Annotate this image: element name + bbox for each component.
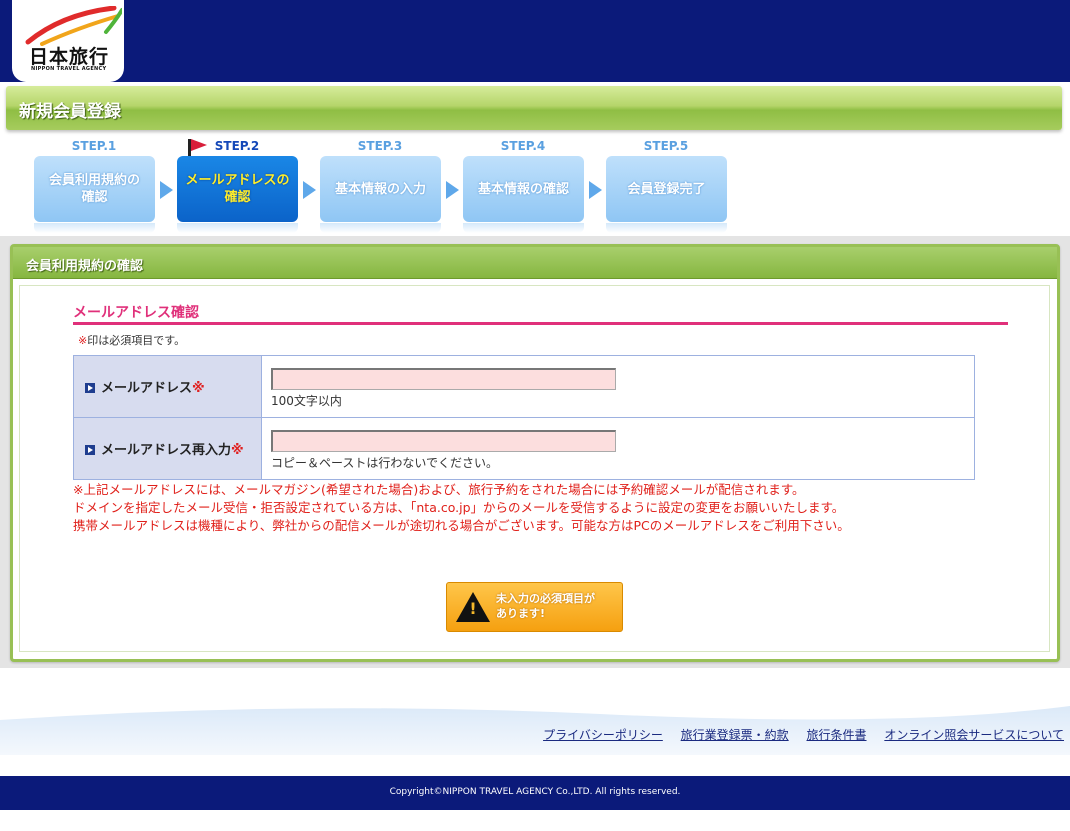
footer-link-travel-conditions[interactable]: 旅行条件書 — [807, 728, 867, 742]
step-2: メールアドレスの 確認 — [177, 156, 298, 222]
email-confirm-label: メールアドレス再入力 — [101, 443, 232, 458]
required-mark: ※ — [78, 334, 88, 347]
notice-line-2: ドメインを指定したメール受信・拒否設定されている方は、「nta.co.jp」から… — [73, 500, 845, 515]
step-5-text: 会員登録完了 — [627, 181, 706, 197]
step-2-label: STEP.2 — [214, 139, 260, 153]
step-3-reflection — [320, 223, 441, 233]
step-4: 基本情報の確認 — [463, 156, 584, 222]
required-note-text: 印は必須項目です。 — [87, 334, 186, 347]
step-5: 会員登録完了 — [606, 156, 727, 222]
step-1-text-line1: 会員利用規約の — [48, 173, 140, 188]
logo-swoosh-icon — [25, 6, 122, 46]
step-5-reflection — [606, 223, 727, 233]
step-2-text-line1: メールアドレスの — [185, 173, 290, 188]
warning-exclamation-icon: ! — [469, 599, 477, 618]
step-1: 会員利用規約の 確認 — [34, 156, 155, 222]
step-arrow-icon — [160, 181, 173, 199]
panel-header: 会員利用規約の確認 — [13, 247, 1057, 279]
email-notice: ※上記メールアドレスには、メールマガジン(希望された場合)および、旅行予約をされ… — [73, 481, 850, 535]
copyright: Copyright©NIPPON TRAVEL AGENCY Co.,LTD. … — [389, 787, 681, 797]
email-confirm-hint: コピー＆ペーストは行わないでください。 — [271, 456, 499, 470]
arrow-bullet-icon — [85, 383, 95, 393]
step-4-reflection — [463, 223, 584, 233]
logo-subtext: NIPPON TRAVEL AGENCY — [31, 66, 107, 72]
required-note: ※印は必須項目です。 — [78, 332, 185, 348]
footer-link-privacy[interactable]: プライバシーポリシー — [543, 728, 663, 742]
warning-text-line2: あります! — [496, 607, 546, 620]
page-title: 新規会員登録 — [19, 102, 121, 122]
step-4-label: STEP.4 — [500, 139, 546, 153]
warning-text: 未入力の必須項目が あります! — [496, 591, 595, 621]
step-2-text-line2: 確認 — [224, 190, 251, 205]
step-arrow-icon — [303, 181, 316, 199]
step-3: 基本情報の入力 — [320, 156, 441, 222]
step-4-text: 基本情報の確認 — [477, 181, 569, 197]
panel-header-title: 会員利用規約の確認 — [26, 259, 144, 274]
step-2-reflection — [177, 223, 298, 233]
page-title-bar: 新規会員登録 — [6, 86, 1062, 130]
email-confirm-label-cell: メールアドレス再入力※ — [73, 417, 262, 480]
logo[interactable]: 日本旅行 NIPPON TRAVEL AGENCY — [12, 0, 124, 82]
footer-bar: Copyright©NIPPON TRAVEL AGENCY Co.,LTD. … — [0, 776, 1070, 810]
footer-link-online-service[interactable]: オンライン照会サービスについて — [884, 728, 1064, 742]
email-confirm-input[interactable] — [271, 430, 616, 452]
page: 日本旅行 NIPPON TRAVEL AGENCY 新規会員登録 STEP.1 … — [0, 0, 1070, 831]
email-confirm-required-mark: ※ — [231, 443, 244, 458]
step-1-reflection — [34, 223, 155, 233]
email-confirm-value-cell: コピー＆ペーストは行わないでください。 — [261, 417, 975, 480]
email-confirm-row: メールアドレス再入力※ コピー＆ペーストは行わないでください。 — [73, 417, 975, 480]
missing-fields-warning-button[interactable]: ! 未入力の必須項目が あります! — [446, 582, 623, 632]
step-3-text: 基本情報の入力 — [334, 181, 426, 197]
step-1-label: STEP.1 — [71, 139, 117, 153]
warning-text-line1: 未入力の必須項目が — [496, 592, 595, 605]
step-1-text-line2: 確認 — [81, 190, 108, 205]
logo-text: 日本旅行 — [29, 46, 110, 68]
site-header: 日本旅行 NIPPON TRAVEL AGENCY — [0, 0, 1070, 82]
notice-line-3: 携帯メールアドレスは機種により、弊社からの配信メールが途切れる場合がございます。… — [73, 518, 850, 533]
email-input[interactable] — [271, 368, 616, 390]
email-form-table: メールアドレス※ 100文字以内 メールアドレス再入力※ コピー＆ペーストは行わ… — [73, 355, 975, 480]
arrow-bullet-icon — [85, 445, 95, 455]
step-5-label: STEP.5 — [643, 139, 689, 153]
section-title: メールアドレス確認 — [73, 305, 199, 321]
email-label-cell: メールアドレス※ — [73, 355, 262, 418]
email-row: メールアドレス※ 100文字以内 — [73, 355, 975, 418]
email-value-cell: 100文字以内 — [261, 355, 975, 418]
step-arrow-icon — [589, 181, 602, 199]
notice-line-1: ※上記メールアドレスには、メールマガジン(希望された場合)および、旅行予約をされ… — [73, 482, 805, 497]
email-hint: 100文字以内 — [271, 394, 342, 408]
footer-links: プライバシーポリシー 旅行業登録票・約款 旅行条件書 オンライン照会サービスにつ… — [529, 726, 1064, 743]
footer-link-registration[interactable]: 旅行業登録票・約款 — [681, 728, 789, 742]
email-label: メールアドレス — [101, 381, 193, 396]
step-arrow-icon — [446, 181, 459, 199]
step-3-label: STEP.3 — [357, 139, 403, 153]
section-divider — [73, 322, 1008, 325]
email-required-mark: ※ — [192, 381, 205, 396]
